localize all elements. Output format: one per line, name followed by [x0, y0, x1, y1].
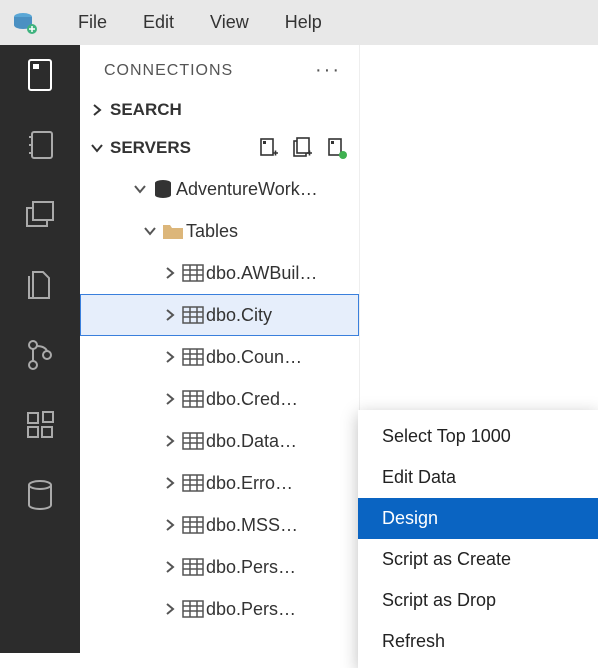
menu-help[interactable]: Help: [267, 6, 340, 39]
tree-label: dbo.Pers…: [206, 557, 296, 578]
tree-label: AdventureWork…: [176, 179, 318, 200]
tree-database[interactable]: AdventureWork…: [80, 168, 359, 210]
panel-more-icon[interactable]: ···: [315, 59, 341, 82]
menu-edit[interactable]: Edit: [125, 6, 192, 39]
sidebar: CONNECTIONS ··· SEARCH SERVERS: [80, 45, 360, 653]
search-section[interactable]: SEARCH: [80, 92, 359, 128]
tree-label: dbo.Cred…: [206, 389, 298, 410]
menu-view[interactable]: View: [192, 6, 267, 39]
new-connection-icon[interactable]: [257, 136, 281, 160]
table-icon: [180, 390, 206, 408]
table-icon: [180, 516, 206, 534]
windows-icon[interactable]: [20, 195, 60, 235]
context-menu: Select Top 1000Edit DataDesignScript as …: [358, 410, 598, 668]
source-control-icon[interactable]: [20, 335, 60, 375]
tree-table-row[interactable]: dbo.Erro…: [80, 462, 359, 504]
chevron-right-icon: [160, 560, 180, 574]
database-icon: [150, 178, 176, 200]
context-menu-item[interactable]: Select Top 1000: [358, 416, 598, 457]
extensions-icon[interactable]: [20, 405, 60, 445]
tree: AdventureWork… Tables dbo.AWBuil… dbo.Cit…: [80, 168, 359, 630]
table-icon: [180, 474, 206, 492]
database-icon[interactable]: [20, 475, 60, 515]
table-icon: [180, 264, 206, 282]
tree-table-row[interactable]: dbo.Pers…: [80, 546, 359, 588]
context-menu-item[interactable]: Script as Drop: [358, 580, 598, 621]
tree-table-row[interactable]: dbo.MSS…: [80, 504, 359, 546]
tree-table-row[interactable]: dbo.Coun…: [80, 336, 359, 378]
table-icon: [180, 432, 206, 450]
connections-icon[interactable]: [20, 55, 60, 95]
chevron-down-icon: [140, 224, 160, 238]
chevron-right-icon: [160, 518, 180, 532]
new-group-icon[interactable]: [291, 136, 315, 160]
panel-title: CONNECTIONS: [104, 62, 233, 80]
tree-label: dbo.AWBuil…: [206, 263, 317, 284]
tree-label: dbo.Pers…: [206, 599, 296, 620]
files-icon[interactable]: [20, 265, 60, 305]
table-icon: [180, 558, 206, 576]
tree-table-row[interactable]: dbo.City: [80, 294, 359, 336]
menu-file[interactable]: File: [60, 6, 125, 39]
table-icon: [180, 600, 206, 618]
context-menu-item[interactable]: Design: [358, 498, 598, 539]
tree-folder-tables[interactable]: Tables: [80, 210, 359, 252]
table-icon: [180, 306, 206, 324]
tree-table-row[interactable]: dbo.Pers…: [80, 588, 359, 630]
tree-label: dbo.Coun…: [206, 347, 302, 368]
tree-label: Tables: [186, 221, 238, 242]
chevron-right-icon: [160, 476, 180, 490]
app-logo-icon: [10, 8, 40, 38]
servers-label: SERVERS: [110, 138, 191, 158]
activity-bar: [0, 45, 80, 653]
notebook-icon[interactable]: [20, 125, 60, 165]
folder-icon: [160, 222, 186, 240]
panel-header: CONNECTIONS ···: [80, 45, 359, 92]
menubar: File Edit View Help: [0, 0, 598, 45]
chevron-right-icon: [160, 266, 180, 280]
chevron-down-icon: [90, 141, 104, 155]
tree-table-row[interactable]: dbo.Cred…: [80, 378, 359, 420]
chevron-right-icon: [160, 350, 180, 364]
search-label: SEARCH: [110, 100, 182, 120]
table-icon: [180, 348, 206, 366]
servers-section[interactable]: SERVERS: [80, 128, 359, 168]
tree-table-row[interactable]: dbo.AWBuil…: [80, 252, 359, 294]
server-status-icon[interactable]: [325, 136, 349, 160]
chevron-down-icon: [130, 182, 150, 196]
chevron-right-icon: [160, 392, 180, 406]
tree-label: dbo.MSS…: [206, 515, 298, 536]
chevron-right-icon: [160, 602, 180, 616]
context-menu-item[interactable]: Script as Create: [358, 539, 598, 580]
context-menu-item[interactable]: Refresh: [358, 621, 598, 662]
tree-label: dbo.Erro…: [206, 473, 293, 494]
context-menu-item[interactable]: Edit Data: [358, 457, 598, 498]
chevron-right-icon: [90, 103, 104, 117]
tree-label: dbo.City: [206, 305, 272, 326]
tree-table-row[interactable]: dbo.Data…: [80, 420, 359, 462]
tree-label: dbo.Data…: [206, 431, 297, 452]
chevron-right-icon: [160, 308, 180, 322]
chevron-right-icon: [160, 434, 180, 448]
